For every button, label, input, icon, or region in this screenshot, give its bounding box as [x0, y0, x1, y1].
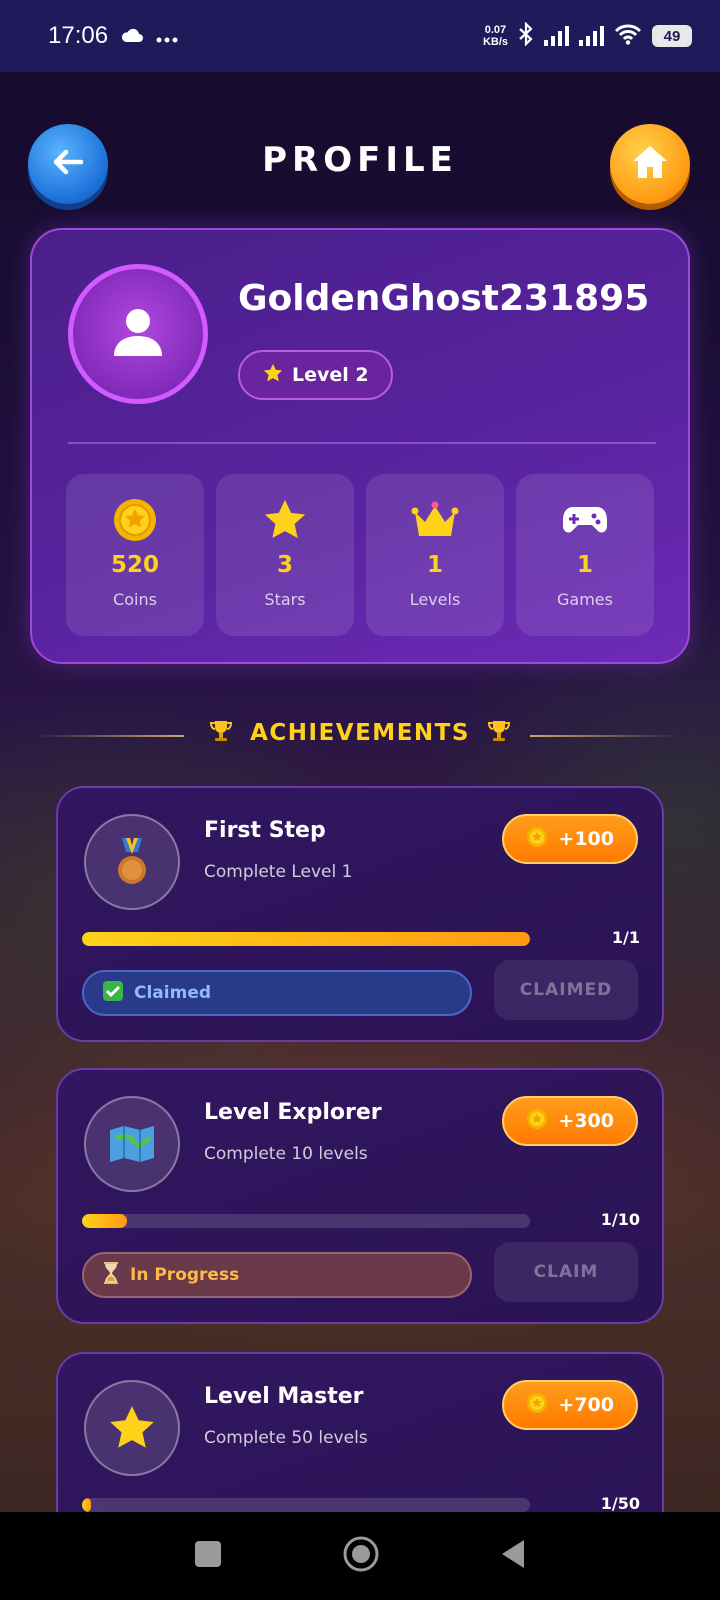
status-pill: Claimed: [82, 970, 472, 1016]
stat-label: Coins: [113, 590, 157, 609]
progress-fill: [82, 1214, 127, 1228]
medal-icon: [84, 814, 180, 910]
achievement-description: Complete 50 levels: [204, 1428, 368, 1448]
progress-bar: [82, 1498, 530, 1512]
achievements-header: ACHIEVEMENTS: [0, 718, 720, 748]
back-nav-button[interactable]: [500, 1539, 526, 1573]
reward-badge: +700: [502, 1380, 638, 1430]
recents-button[interactable]: [194, 1540, 222, 1572]
progress-text: 1/10: [600, 1210, 640, 1229]
progress-fill: [82, 1498, 91, 1512]
coin-icon: [526, 826, 548, 853]
hourglass-icon: [102, 1261, 120, 1289]
claimed-button[interactable]: CLAIMED: [494, 960, 638, 1020]
progress-fill: [82, 932, 530, 946]
stat-value: 3: [276, 552, 293, 578]
reward-badge: +100: [502, 814, 638, 864]
signal-icon-2: [579, 26, 604, 46]
home-icon: [630, 143, 670, 185]
stat-label: Levels: [409, 590, 461, 609]
stat-label: Games: [557, 590, 613, 609]
achievement-name: First Step: [204, 818, 326, 843]
stats-row: 520 Coins 3 Stars 1 Levels 1 Games: [66, 474, 654, 636]
claim-button[interactable]: CLAIM: [494, 1242, 638, 1302]
stat-value: 1: [576, 552, 593, 578]
status-bar: 17:06 0.07 KB/s 49: [0, 0, 720, 72]
stat-value: 1: [426, 552, 443, 578]
achievement-description: Complete 10 levels: [204, 1144, 368, 1164]
battery-icon: 49: [652, 25, 692, 47]
trophy-icon: [486, 718, 512, 748]
coin-icon: [526, 1392, 548, 1419]
stat-coins: 520 Coins: [66, 474, 204, 636]
coin-icon: [112, 496, 158, 544]
progress-bar: [82, 932, 530, 946]
stat-stars: 3 Stars: [216, 474, 354, 636]
coin-icon: [526, 1108, 548, 1135]
progress-text: 1/1: [611, 928, 640, 947]
more-icon: [156, 22, 178, 50]
wifi-icon: [614, 23, 642, 50]
level-badge: Level 2: [238, 350, 393, 400]
status-label: In Progress: [130, 1265, 240, 1285]
progress-text: 1/50: [600, 1494, 640, 1513]
trophy-icon: [208, 718, 234, 748]
star-icon: [84, 1380, 180, 1476]
star-icon: [262, 496, 308, 544]
level-label: Level 2: [292, 364, 369, 386]
crown-icon: [411, 496, 459, 544]
progress-bar: [82, 1214, 530, 1228]
reward-amount: +700: [558, 1394, 614, 1416]
clock: 17:06: [48, 22, 109, 49]
stat-value: 520: [110, 552, 159, 578]
check-icon: [102, 980, 124, 1007]
achievements-title: ACHIEVEMENTS: [250, 720, 470, 746]
network-speed: 0.07 KB/s: [482, 24, 508, 48]
achievement-name: Level Master: [204, 1384, 364, 1409]
navigation-bar: [0, 1512, 720, 1600]
user-icon: [110, 304, 166, 364]
signal-icon: [544, 26, 569, 46]
status-label: Claimed: [134, 983, 212, 1003]
star-icon: [262, 362, 284, 389]
cloud-icon: [120, 22, 144, 50]
home-nav-button[interactable]: [342, 1535, 380, 1577]
map-icon: [84, 1096, 180, 1192]
status-pill: In Progress: [82, 1252, 472, 1298]
stat-levels: 1 Levels: [366, 474, 504, 636]
reward-amount: +100: [558, 828, 614, 850]
profile-card: GoldenGhost231895 Level 2 520 Coins 3 St…: [30, 228, 690, 664]
home-button[interactable]: [610, 124, 690, 204]
reward-badge: +300: [502, 1096, 638, 1146]
stat-label: Stars: [264, 590, 306, 609]
divider: [68, 442, 656, 444]
achievement-name: Level Explorer: [204, 1100, 382, 1125]
username: GoldenGhost231895: [238, 278, 650, 319]
avatar[interactable]: [68, 264, 208, 404]
achievement-description: Complete Level 1: [204, 862, 353, 882]
reward-amount: +300: [558, 1110, 614, 1132]
achievement-card: Level Explorer Complete 10 levels +300 1…: [56, 1068, 664, 1324]
stat-games: 1 Games: [516, 474, 654, 636]
bluetooth-icon: [518, 20, 534, 51]
achievement-card: First Step Complete Level 1 +100 1/1 Cla…: [56, 786, 664, 1042]
gamepad-icon: [563, 496, 607, 544]
